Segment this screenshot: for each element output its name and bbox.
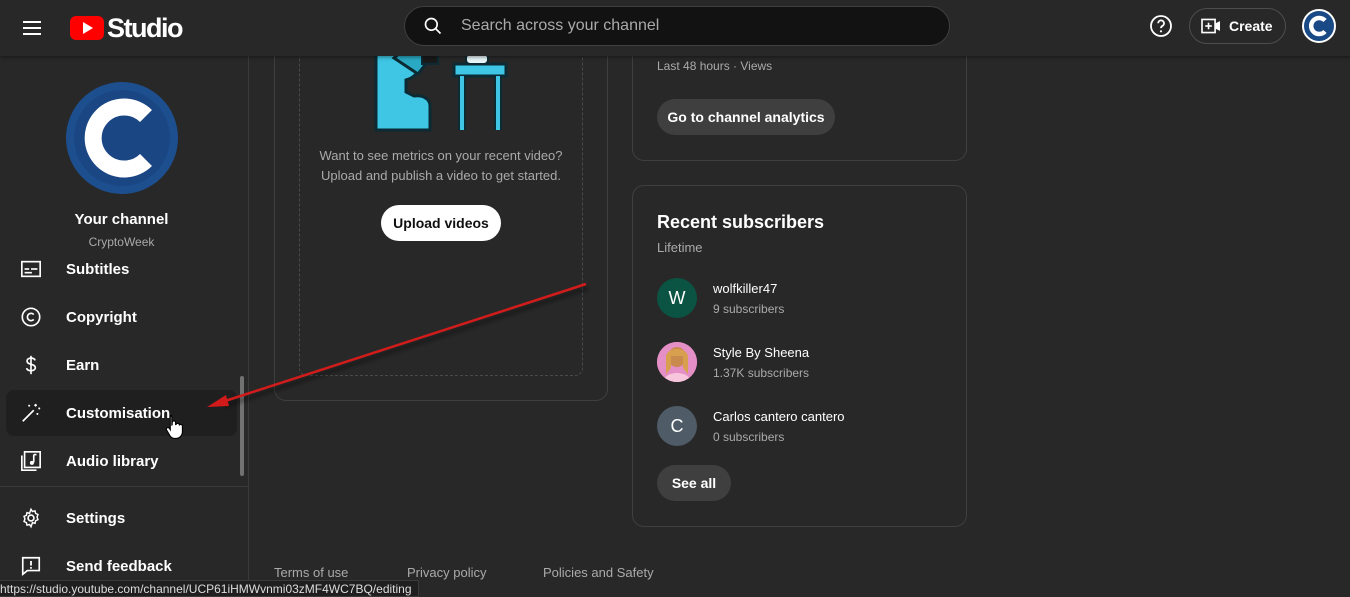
account-avatar[interactable] (1302, 9, 1336, 43)
channel-logo-icon (1309, 15, 1327, 37)
search-icon (424, 17, 442, 35)
sidebar: Your channel CryptoWeek Subtitles Copyri… (0, 56, 249, 597)
add-video-icon (1201, 18, 1220, 34)
upload-prompt-line2: Upload and publish a video to get starte… (321, 168, 561, 183)
subscriber-count: 9 subscribers (713, 302, 785, 316)
studio-logo[interactable]: Studio (70, 12, 183, 44)
see-all-button[interactable]: See all (657, 465, 731, 501)
subtitles-icon (21, 260, 41, 278)
subscriber-name[interactable]: Carlos cantero cantero (713, 409, 845, 424)
feedback-icon (21, 556, 41, 576)
channel-title: Your channel (74, 211, 169, 228)
subscriber-avatar[interactable] (657, 342, 697, 382)
subscriber-name[interactable]: Style By Sheena (713, 345, 809, 360)
dollar-icon (25, 355, 37, 375)
sidebar-item-copyright[interactable]: Copyright (6, 294, 237, 340)
search-bar[interactable] (404, 6, 950, 46)
subscriber-count: 1.37K subscribers (713, 366, 810, 380)
subscriber-name[interactable]: wolfkiller47 (713, 281, 777, 296)
youtube-play-icon (70, 16, 104, 40)
create-button[interactable]: Create (1189, 8, 1286, 44)
sidebar-item-label: Send feedback (66, 557, 172, 575)
gear-icon (23, 507, 39, 529)
sidebar-item-earn[interactable]: Earn (6, 342, 237, 388)
search-input[interactable] (461, 17, 921, 35)
subscriber-count: 0 subscribers (713, 430, 785, 444)
hand-cursor-icon (165, 414, 183, 439)
privacy-link[interactable]: Privacy policy (407, 565, 486, 580)
upload-videos-button[interactable]: Upload videos (381, 205, 501, 241)
profile-photo-icon (657, 342, 697, 382)
policies-link[interactable]: Policies and Safety (543, 565, 654, 580)
status-bar-url: https://studio.youtube.com/channel/UCP61… (0, 580, 419, 597)
terms-link[interactable]: Terms of use (274, 565, 348, 580)
top-bar: Studio Create (0, 0, 1350, 56)
subscriber-row[interactable]: C Carlos cantero cantero 0 subscribers (657, 406, 947, 446)
upload-prompt-line1: Want to see metrics on your recent video… (319, 148, 563, 163)
copyright-icon (21, 307, 41, 327)
sidebar-item-label: Copyright (66, 308, 137, 326)
recent-subscribers-period: Lifetime (657, 240, 703, 255)
create-label: Create (1229, 18, 1273, 34)
sidebar-nav: Subtitles Copyright Earn Customisation A… (0, 246, 240, 486)
magic-wand-icon (22, 403, 41, 422)
sidebar-item-settings[interactable]: Settings (6, 495, 237, 541)
channel-avatar[interactable] (66, 82, 178, 194)
app-name: Studio (107, 12, 183, 43)
subscriber-row[interactable]: Style By Sheena 1.37K subscribers (657, 342, 947, 382)
sidebar-item-label: Subtitles (66, 260, 130, 278)
subscriber-avatar[interactable]: C (657, 406, 697, 446)
sidebar-item-label: Earn (66, 356, 100, 374)
sidebar-item-label: Settings (66, 509, 126, 527)
analytics-meta: Last 48 hours · Views (657, 59, 773, 73)
subscriber-row[interactable]: W wolfkiller47 9 subscribers (657, 278, 947, 318)
sidebar-item-customisation[interactable]: Customisation (6, 390, 237, 436)
sidebar-item-label: Audio library (66, 452, 159, 470)
sidebar-divider (0, 486, 248, 487)
help-icon[interactable] (1149, 14, 1173, 38)
music-note-icon (21, 451, 41, 471)
sidebar-scrollbar[interactable] (240, 376, 244, 476)
subscriber-avatar[interactable]: W (657, 278, 697, 318)
menu-icon[interactable] (14, 10, 50, 46)
go-to-channel-analytics-button[interactable]: Go to channel analytics (657, 99, 835, 135)
sidebar-item-subtitles[interactable]: Subtitles (6, 246, 237, 292)
sidebar-item-label: Customisation (66, 404, 171, 422)
sidebar-item-audio-library[interactable]: Audio library (6, 438, 237, 484)
recent-subscribers-title: Recent subscribers (657, 212, 825, 232)
